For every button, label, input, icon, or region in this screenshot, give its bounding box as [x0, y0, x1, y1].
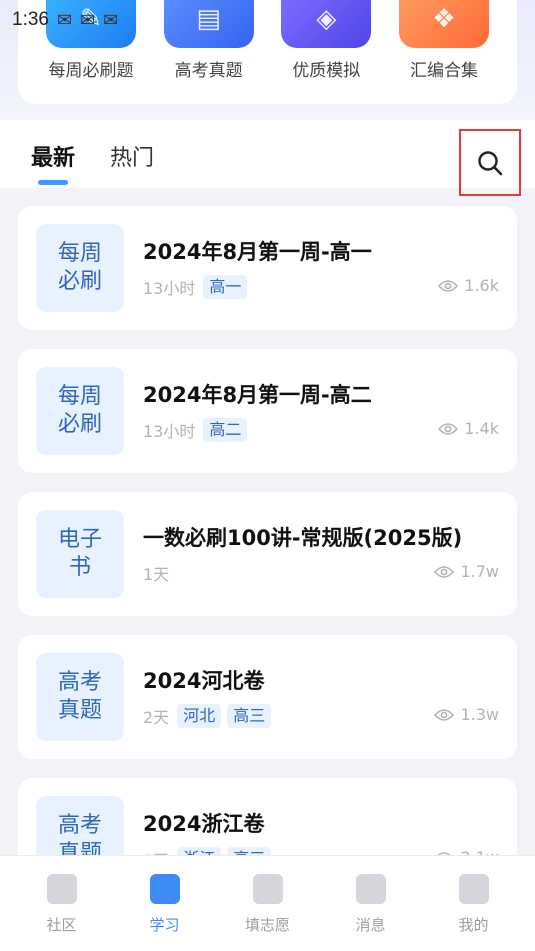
item-title: 2024河北卷	[143, 669, 265, 693]
item-cover: 每周必刷	[36, 224, 124, 312]
app-screen: ✎ 每周必刷题 ▤ 高考真题 ◈ 优质模拟 ❖ 汇编合集 1:36 ✉ ✉ ✉ …	[0, 0, 535, 951]
nav-study[interactable]: 学习	[120, 856, 210, 951]
item-cover: 每周必刷	[36, 367, 124, 455]
shortcut-label: 每周必刷题	[48, 61, 134, 81]
item-time: 2天	[143, 708, 170, 727]
notification-icon: ✉	[56, 9, 73, 31]
nav-label: 社区	[46, 916, 77, 934]
list-item[interactable]: 电子书 一数必刷100讲-常规版(2025版) 1天 1.7w	[18, 492, 517, 616]
status-bar: 1:36 ✉ ✉ ✉	[0, 0, 535, 40]
shortcut-label: 高考真题	[174, 61, 243, 81]
item-cover: 电子书	[36, 510, 124, 598]
community-icon	[46, 874, 77, 904]
list-item[interactable]: 每周必刷 2024年8月第一周-高二 13小时 高二 1.4k	[18, 349, 517, 473]
tab-latest[interactable]: 最新	[31, 140, 75, 172]
message-icon	[355, 874, 386, 904]
list-item[interactable]: 每周必刷 2024年8月第一周-高一 13小时 高一 1.6k	[18, 206, 517, 330]
item-title: 一数必刷100讲-常规版(2025版)	[143, 526, 463, 550]
item-tag: 高二	[203, 418, 248, 442]
item-title: 2024年8月第一周-高二	[143, 383, 372, 407]
nav-messages[interactable]: 消息	[326, 856, 416, 951]
active-tab-indicator	[38, 180, 68, 185]
item-time: 13小时	[143, 279, 196, 298]
item-views: 1.3w	[434, 705, 499, 724]
nav-community[interactable]: 社区	[17, 856, 107, 951]
list-item[interactable]: 高考真题 2024河北卷 2天 河北 高三 1.3w	[18, 635, 517, 759]
item-title: 2024年8月第一周-高一	[143, 240, 372, 264]
item-view-count: 1.7w	[460, 562, 499, 581]
item-views: 1.4k	[438, 419, 499, 438]
nav-label: 我的	[458, 916, 489, 934]
item-meta: 2天 河北 高三	[143, 703, 272, 729]
item-time: 13小时	[143, 422, 196, 441]
shortcut-label: 汇编合集	[409, 61, 478, 81]
search-icon	[478, 150, 503, 175]
tabs-bar: 最新 热门	[0, 120, 535, 188]
nav-label: 学习	[149, 916, 180, 934]
item-view-count: 1.3w	[460, 705, 499, 724]
eye-icon	[434, 708, 455, 721]
item-views: 1.6k	[438, 276, 499, 295]
item-tag: 高一	[203, 275, 248, 299]
item-meta: 13小时 高二	[143, 417, 248, 443]
shortcut-label: 优质模拟	[292, 61, 361, 81]
eye-icon	[438, 422, 459, 435]
tab-hot[interactable]: 热门	[110, 140, 154, 172]
item-cover: 高考真题	[36, 653, 124, 741]
item-tag: 河北	[177, 704, 222, 728]
study-book-icon	[149, 874, 180, 904]
profile-icon	[458, 874, 489, 904]
nav-label: 消息	[355, 916, 386, 934]
status-time: 1:36	[12, 9, 49, 30]
nav-label: 填志愿	[244, 916, 290, 934]
eye-icon	[438, 279, 459, 292]
item-title: 2024浙江卷	[143, 812, 265, 836]
item-view-count: 1.6k	[464, 276, 499, 295]
item-tag: 高三	[227, 704, 272, 728]
item-views: 1.7w	[434, 562, 499, 581]
bottom-navigation: 社区 学习 填志愿 消息 我的	[0, 855, 535, 951]
search-button[interactable]	[459, 129, 521, 196]
item-meta: 13小时 高一	[143, 274, 248, 300]
eye-icon	[434, 565, 455, 578]
notification-icon: ✉	[103, 9, 119, 31]
notification-icon: ✉	[80, 9, 96, 31]
nav-profile[interactable]: 我的	[429, 856, 519, 951]
item-time: 1天	[143, 565, 170, 584]
nav-application[interactable]: 填志愿	[223, 856, 313, 951]
item-view-count: 1.4k	[464, 419, 499, 438]
item-meta: 1天	[143, 560, 171, 586]
application-form-icon	[252, 874, 283, 904]
